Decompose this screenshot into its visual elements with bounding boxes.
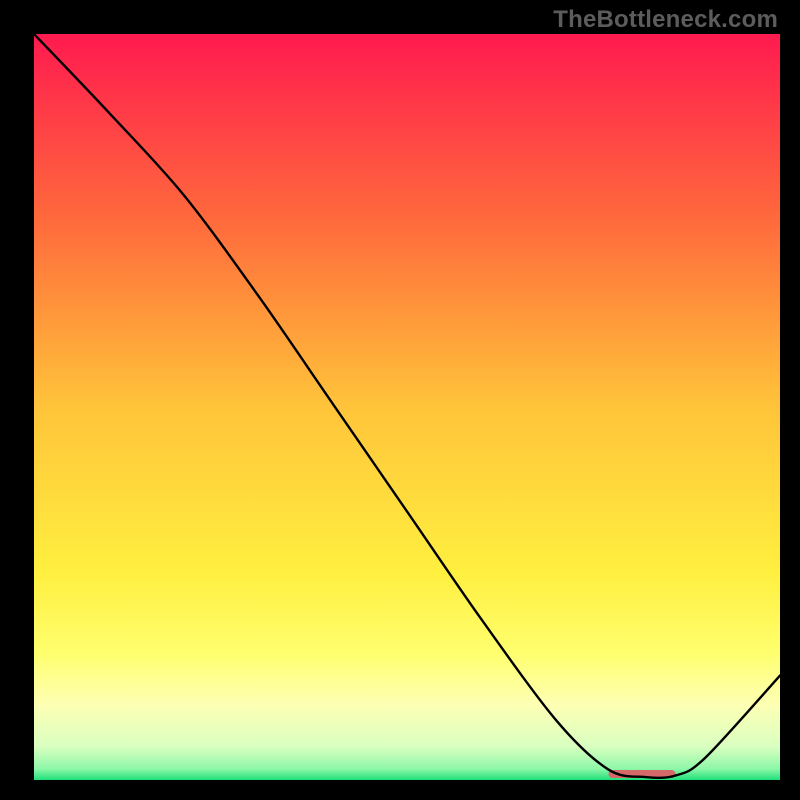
gradient-background bbox=[34, 34, 780, 780]
chart-container: TheBottleneck.com bbox=[0, 0, 800, 800]
chart-svg bbox=[34, 34, 780, 780]
plot-area bbox=[34, 34, 780, 780]
watermark-label: TheBottleneck.com bbox=[553, 6, 778, 34]
